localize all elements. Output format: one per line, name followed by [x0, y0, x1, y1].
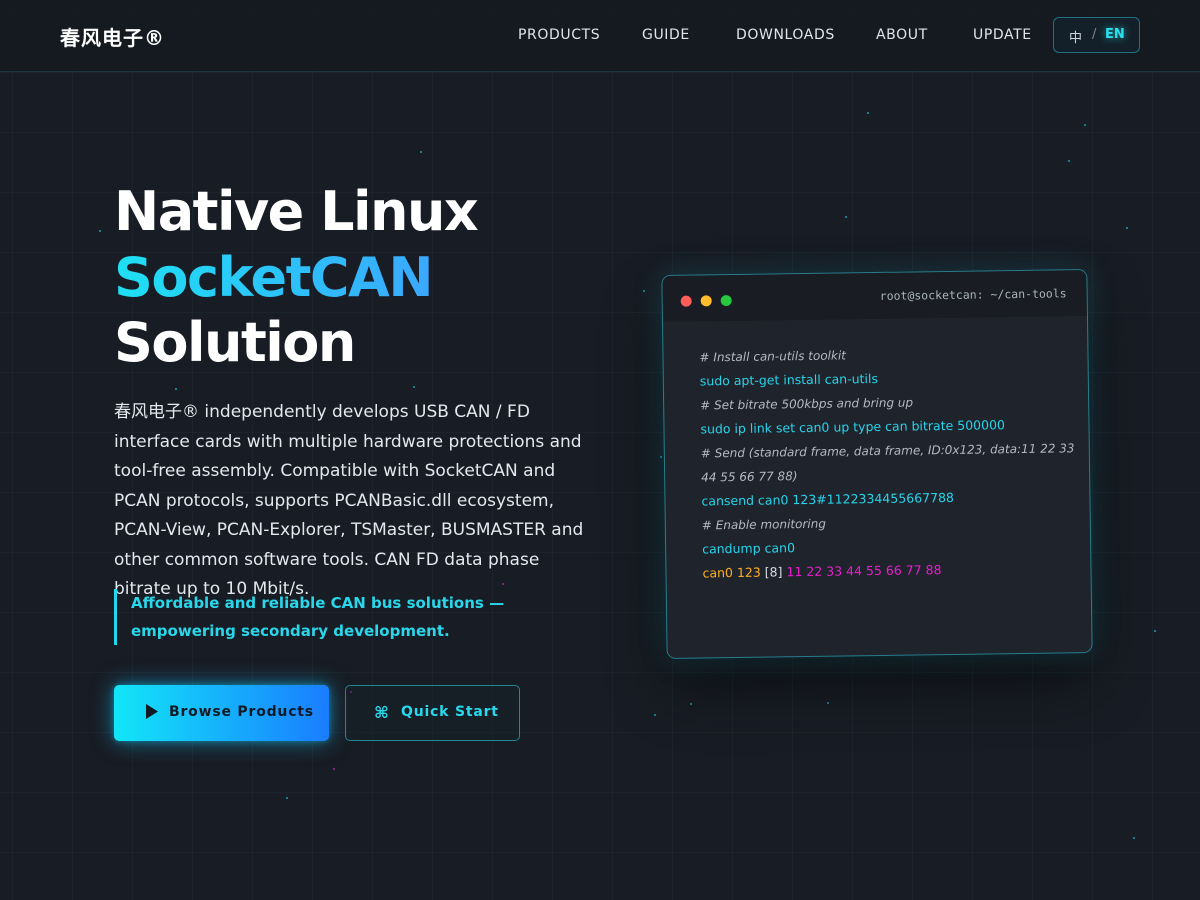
nav-item-update[interactable]: UPDATE [973, 27, 1032, 43]
hero-title-line-2: SocketCAN [114, 246, 434, 309]
hero-description: 春风电子® independently develops USB CAN / F… [114, 402, 584, 599]
particle [654, 714, 656, 716]
play-icon [145, 704, 158, 723]
browse-products-button[interactable]: Browse Products [114, 685, 329, 741]
terminal-output-line: can0 123 [8] 11 22 33 44 55 66 77 88 [702, 556, 1072, 585]
terminal-title-bar: root@socketcan: ~/can-tools [662, 270, 1087, 323]
particle [690, 703, 692, 705]
nav-item-products[interactable]: PRODUCTS [518, 27, 600, 43]
hero-title-line-1: Native Linux [114, 180, 479, 243]
particle [286, 797, 288, 799]
language-switcher[interactable]: 中 / EN [1053, 17, 1140, 53]
quick-start-button[interactable]: ⌘ Quick Start [345, 685, 520, 741]
page: 春风电子® PRODUCTS GUIDE DOWNLOADS ABOUT UPD… [0, 0, 1200, 900]
particle [420, 151, 422, 153]
top-navigation-bar: 春风电子® PRODUCTS GUIDE DOWNLOADS ABOUT UPD… [0, 0, 1200, 72]
command-icon: ⌘ [374, 703, 390, 722]
language-option-en[interactable]: EN [1105, 27, 1125, 42]
window-minimize-dot-icon [700, 295, 712, 307]
nav-item-downloads[interactable]: DOWNLOADS [736, 27, 835, 43]
quick-start-label: Quick Start [401, 704, 499, 720]
output-length: [8] [764, 564, 783, 580]
particle [1154, 630, 1156, 632]
language-option-zh[interactable]: 中 [1069, 27, 1082, 46]
particle [643, 290, 645, 292]
window-close-dot-icon [680, 295, 692, 307]
particle [867, 112, 869, 114]
nav-item-about[interactable]: ABOUT [876, 27, 928, 43]
particle [845, 216, 847, 218]
nav-item-guide[interactable]: GUIDE [642, 27, 690, 43]
language-separator: / [1092, 27, 1097, 42]
output-data: 11 22 33 44 55 66 77 88 [786, 562, 942, 580]
particle [413, 386, 415, 388]
terminal-title: root@socketcan: ~/can-tools [879, 286, 1067, 303]
particle [660, 456, 662, 458]
window-maximize-dot-icon [720, 295, 732, 307]
particle [1133, 837, 1135, 839]
hero-title-line-3: Solution [114, 311, 356, 374]
particle [175, 388, 177, 390]
browse-products-label: Browse Products [169, 704, 314, 720]
output-id: 123 [736, 564, 761, 580]
terminal-body: # Install can-utils toolkit sudo apt-get… [699, 340, 1074, 585]
particle [1126, 227, 1128, 229]
terminal-window: root@socketcan: ~/can-tools # Install ca… [661, 269, 1093, 659]
output-device: can0 [702, 565, 734, 581]
particle [333, 768, 335, 770]
particle [99, 230, 101, 232]
brand-logo[interactable]: 春风电子® [60, 22, 165, 51]
particle [827, 702, 829, 704]
hero-tagline: Affordable and reliable CAN bus solution… [114, 589, 551, 645]
particle [1084, 124, 1086, 126]
particle [1068, 160, 1070, 162]
